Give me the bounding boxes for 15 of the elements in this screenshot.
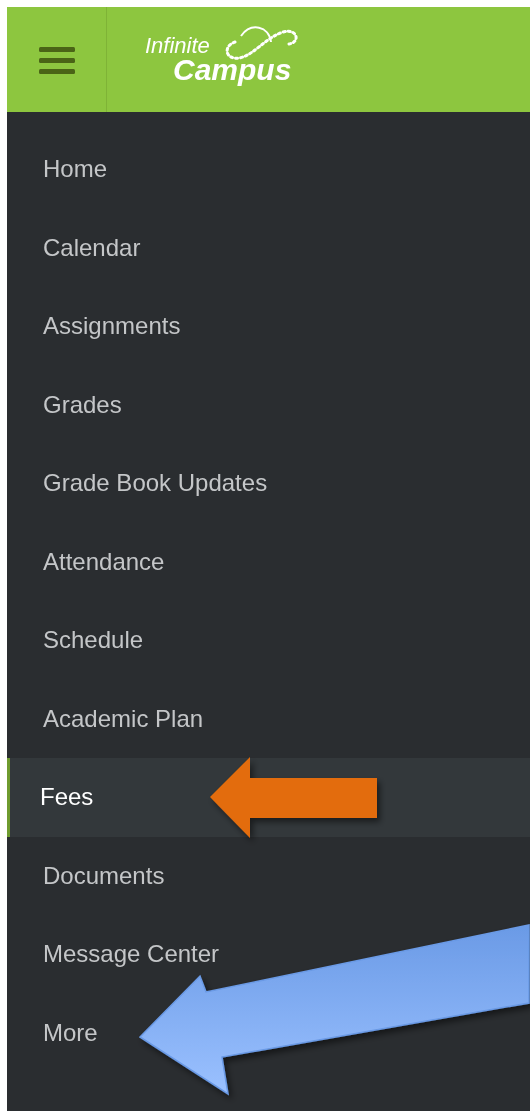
nav-item[interactable]: Attendance	[43, 547, 165, 576]
nav-item[interactable]: Grades	[43, 390, 122, 419]
nav-item[interactable]: Grade Book Updates	[43, 469, 268, 498]
nav-item[interactable]: Calendar	[43, 233, 141, 262]
nav-item[interactable]: Home	[43, 155, 108, 184]
nav-item[interactable]: More	[43, 1018, 98, 1047]
menu-icon	[38, 44, 75, 75]
logo-text: Infinite	[145, 34, 211, 57]
nav-item[interactable]: Academic Plan	[43, 704, 204, 733]
nav-item[interactable]: Message Center	[43, 940, 220, 969]
nav-item[interactable]: Documents	[43, 861, 165, 890]
nav-item[interactable]: Fees	[40, 783, 94, 812]
nav-item[interactable]: Schedule	[43, 626, 144, 655]
logo-text: Campus	[173, 54, 292, 85]
nav-item[interactable]: Assignments	[43, 312, 181, 341]
